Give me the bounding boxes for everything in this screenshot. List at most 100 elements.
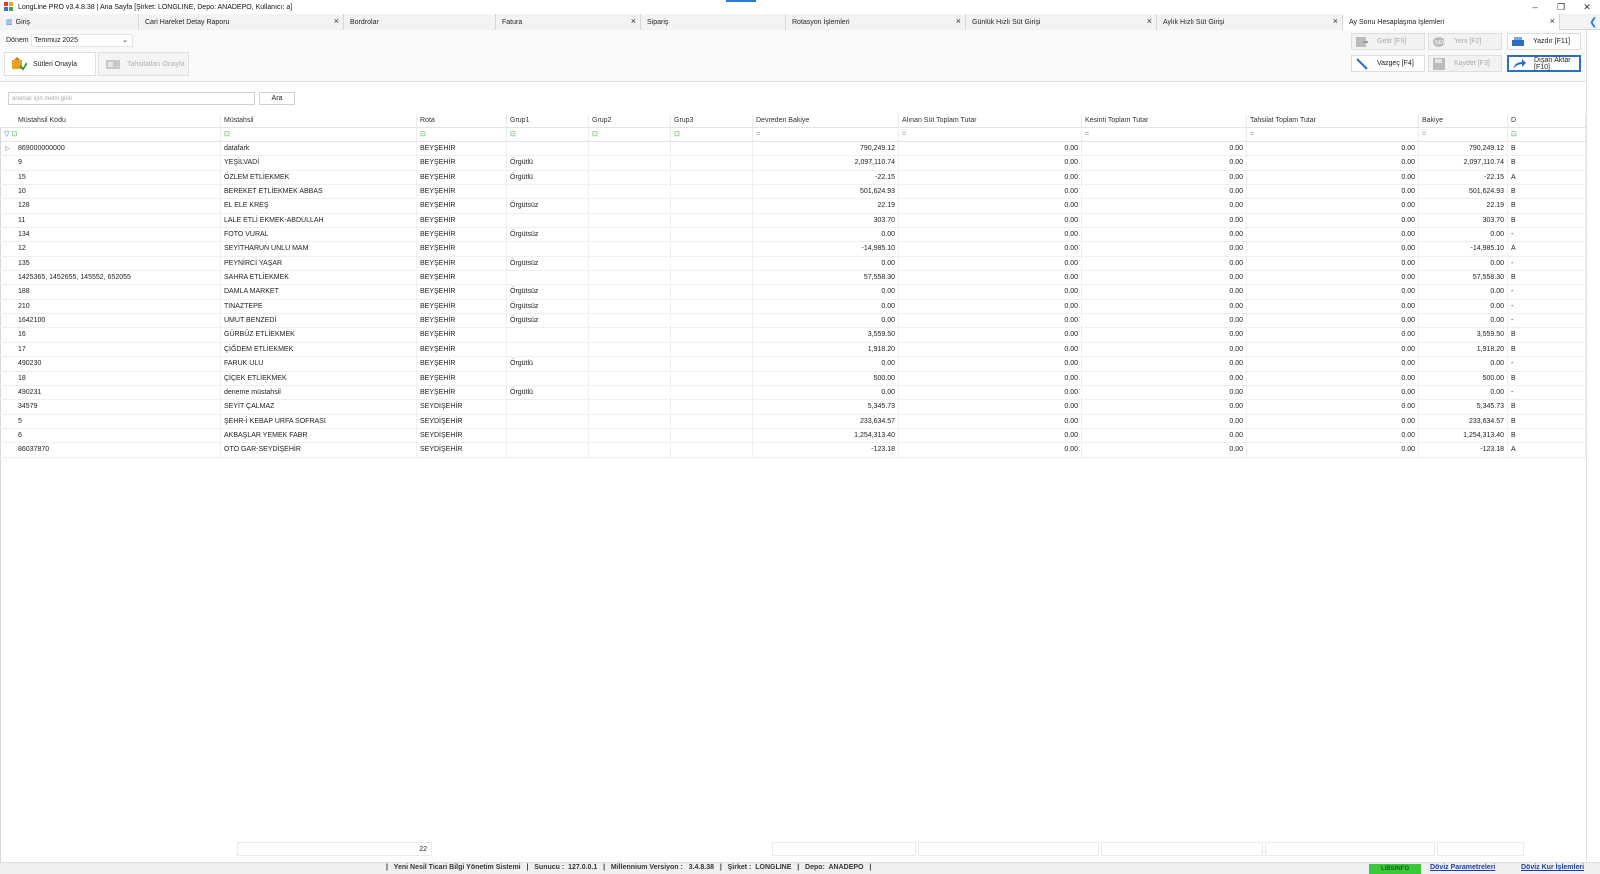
table-cell-wrap[interactable]: SEYİTHARUN UNLU MAM	[221, 242, 417, 256]
table-cell-wrap[interactable]	[589, 213, 671, 228]
table-cell-wrap[interactable]: 0.00	[1247, 299, 1419, 314]
table-cell-wrap[interactable]	[671, 414, 753, 428]
table-cell-wrap[interactable]: -	[1508, 228, 1586, 242]
table-cell-wrap[interactable]: SAHRA ETLİEKMEK	[221, 271, 417, 285]
table-row[interactable]: 17 ÇİĞDEM ETLİEKMEK BEYŞEHİR 1,918.20 0.00 0.…	[0, 342, 1586, 358]
table-cell-wrap[interactable]	[589, 170, 671, 185]
table-cell-wrap[interactable]: deneme müstahsil	[221, 385, 417, 400]
table-cell-wrap[interactable]: B	[1508, 428, 1586, 443]
table-cell-wrap[interactable]	[589, 443, 671, 457]
table-cell-wrap[interactable]: 57,558.30	[753, 271, 899, 285]
table-cell-wrap[interactable]: FOTO VURAL	[221, 228, 417, 242]
table-cell-wrap[interactable]: 0.00	[899, 213, 1082, 228]
table-cell-wrap[interactable]	[671, 285, 753, 299]
column-header[interactable]: Tahsilat Toplam Tutar	[1247, 114, 1419, 127]
table-cell-wrap[interactable]: 9	[0, 156, 221, 170]
column-header[interactable]: Devreden Bakiye	[753, 114, 899, 127]
table-cell-wrap[interactable]: ÖZLEM ETLİEKMEK	[221, 170, 417, 185]
table-cell-wrap[interactable]	[671, 271, 753, 285]
table-cell-wrap[interactable]	[671, 213, 753, 228]
table-row[interactable]: 86037870 OTO GAR-SEYDİŞEHİR SEYDİŞEHİR -123…	[0, 443, 1586, 458]
filter-cell[interactable]: =	[1082, 128, 1247, 141]
table-cell-wrap[interactable]: 0.00	[899, 328, 1082, 342]
table-cell-wrap[interactable]: 0.00	[1247, 342, 1419, 357]
table-cell-wrap[interactable]: 0.00	[1082, 271, 1247, 285]
table-cell-wrap[interactable]: 0.00	[753, 256, 899, 271]
table-cell-wrap[interactable]: 0.00	[1082, 242, 1247, 256]
table-cell-wrap[interactable]: 0.00	[1247, 185, 1419, 199]
table-cell-wrap[interactable]: 86037870	[0, 443, 221, 457]
table-cell-wrap[interactable]: Örgütsüz	[507, 314, 589, 328]
table-cell-wrap[interactable]: ▷ 869000000000	[0, 142, 221, 156]
table-cell-wrap[interactable]	[671, 242, 753, 256]
vertical-scrollbar[interactable]: ❮	[1586, 17, 1600, 862]
table-cell-wrap[interactable]	[671, 371, 753, 385]
table-cell-wrap[interactable]: -22.15	[753, 170, 899, 185]
table-cell-wrap[interactable]	[507, 371, 589, 385]
table-cell-wrap[interactable]: 303.70	[753, 213, 899, 228]
table-cell-wrap[interactable]: BEYŞEHİR	[417, 170, 507, 185]
table-cell-wrap[interactable]: B	[1508, 213, 1586, 228]
table-cell-wrap[interactable]: 2,097,110.74	[753, 156, 899, 170]
table-cell-wrap[interactable]: -123.18	[1419, 443, 1508, 457]
table-row[interactable]: 10 BEREKET ETLİEKMEK ABBAS BEYŞEHİR 501,624…	[0, 185, 1586, 200]
table-cell-wrap[interactable]: Örgütlü	[507, 156, 589, 170]
table-cell-wrap[interactable]: 0.00	[1082, 185, 1247, 199]
close-icon[interactable]: ×	[1147, 16, 1152, 26]
table-cell-wrap[interactable]	[507, 443, 589, 457]
table-cell-wrap[interactable]: 0.00	[899, 256, 1082, 271]
search-input[interactable]: aramak için metni girin	[8, 92, 255, 105]
table-cell-wrap[interactable]: 0.00	[899, 156, 1082, 170]
table-cell-wrap[interactable]: 0.00	[1247, 242, 1419, 256]
restore-button[interactable]: ❐	[1548, 0, 1574, 14]
table-cell-wrap[interactable]: 0.00	[1082, 414, 1247, 428]
table-cell-wrap[interactable]: 501,624.93	[753, 185, 899, 199]
table-cell-wrap[interactable]: -	[1508, 285, 1586, 299]
table-cell-wrap[interactable]: PEYNİRCİ YAŞAR	[221, 256, 417, 271]
tab-aylik-sut[interactable]: Aylık Hızlı Süt Girişi ×	[1157, 14, 1343, 30]
table-cell-wrap[interactable]: 0.00	[1419, 228, 1508, 242]
table-cell-wrap[interactable]: B	[1508, 414, 1586, 428]
filter-cell[interactable]: ⊡	[417, 128, 507, 141]
table-cell-wrap[interactable]	[589, 371, 671, 385]
table-cell-wrap[interactable]: 0.00	[1082, 371, 1247, 385]
table-cell-wrap[interactable]	[671, 428, 753, 443]
table-cell-wrap[interactable]: 790,249.12	[1419, 142, 1508, 156]
table-cell-wrap[interactable]: Örgütlü	[507, 357, 589, 371]
table-row[interactable]: 5 ŞEHR-İ KEBAP URFA SOFRASI SEYDİŞEHİR 233,…	[0, 414, 1586, 429]
table-cell-wrap[interactable]: B	[1508, 199, 1586, 213]
table-cell-wrap[interactable]: 22.19	[753, 199, 899, 213]
table-cell-wrap[interactable]: 0.00	[1247, 256, 1419, 271]
table-cell-wrap[interactable]: 0.00	[1247, 400, 1419, 414]
table-cell-wrap[interactable]: GÜRBÜZ ETLİEKMEK	[221, 328, 417, 342]
doviz-parametreleri-link[interactable]: Döviz Parametreleri	[1430, 864, 1495, 871]
filter-operator-icon[interactable]: =	[756, 131, 760, 138]
table-cell-wrap[interactable]: 0.00	[1247, 213, 1419, 228]
close-icon[interactable]: ×	[631, 16, 636, 26]
column-header[interactable]: Müstahsil	[221, 114, 417, 127]
table-cell-wrap[interactable]	[507, 328, 589, 342]
table-row[interactable]: 134 FOTO VURAL BEYŞEHİR Örgütsüz 0.00 0.00 0.0…	[0, 228, 1586, 243]
table-cell-wrap[interactable]	[507, 142, 589, 156]
table-cell-wrap[interactable]: 0.00	[899, 357, 1082, 371]
tab-gunluk-sut[interactable]: Günlük Hızlı Süt Girişi ×	[966, 14, 1157, 30]
table-cell-wrap[interactable]: 0.00	[753, 228, 899, 242]
tab-giris[interactable]: ▥ Giriş	[0, 14, 139, 30]
table-cell-wrap[interactable]: -123.18	[753, 443, 899, 457]
table-cell-wrap[interactable]: 0.00	[899, 199, 1082, 213]
table-cell-wrap[interactable]	[589, 342, 671, 357]
table-cell-wrap[interactable]: 0.00	[899, 228, 1082, 242]
table-cell-wrap[interactable]: BEYŞEHİR	[417, 299, 507, 314]
table-cell-wrap[interactable]	[671, 228, 753, 242]
table-cell-wrap[interactable]: 0.00	[1419, 299, 1508, 314]
table-cell-wrap[interactable]: AKBAŞLAR YEMEK FABR	[221, 428, 417, 443]
table-cell-wrap[interactable]: 0.00	[1419, 256, 1508, 271]
table-cell-wrap[interactable]: 11	[0, 213, 221, 228]
minimize-button[interactable]: –	[1522, 0, 1548, 14]
yeni-button[interactable]: NEW Yeni [F2]	[1428, 33, 1502, 50]
table-cell-wrap[interactable]: 0.00	[1247, 170, 1419, 185]
table-cell-wrap[interactable]	[507, 428, 589, 443]
table-cell-wrap[interactable]: 500.00	[1419, 371, 1508, 385]
table-cell-wrap[interactable]: 0.00	[1082, 256, 1247, 271]
tahsilatlari-onayla-button[interactable]: Tahsilatları Onayla	[98, 52, 189, 76]
